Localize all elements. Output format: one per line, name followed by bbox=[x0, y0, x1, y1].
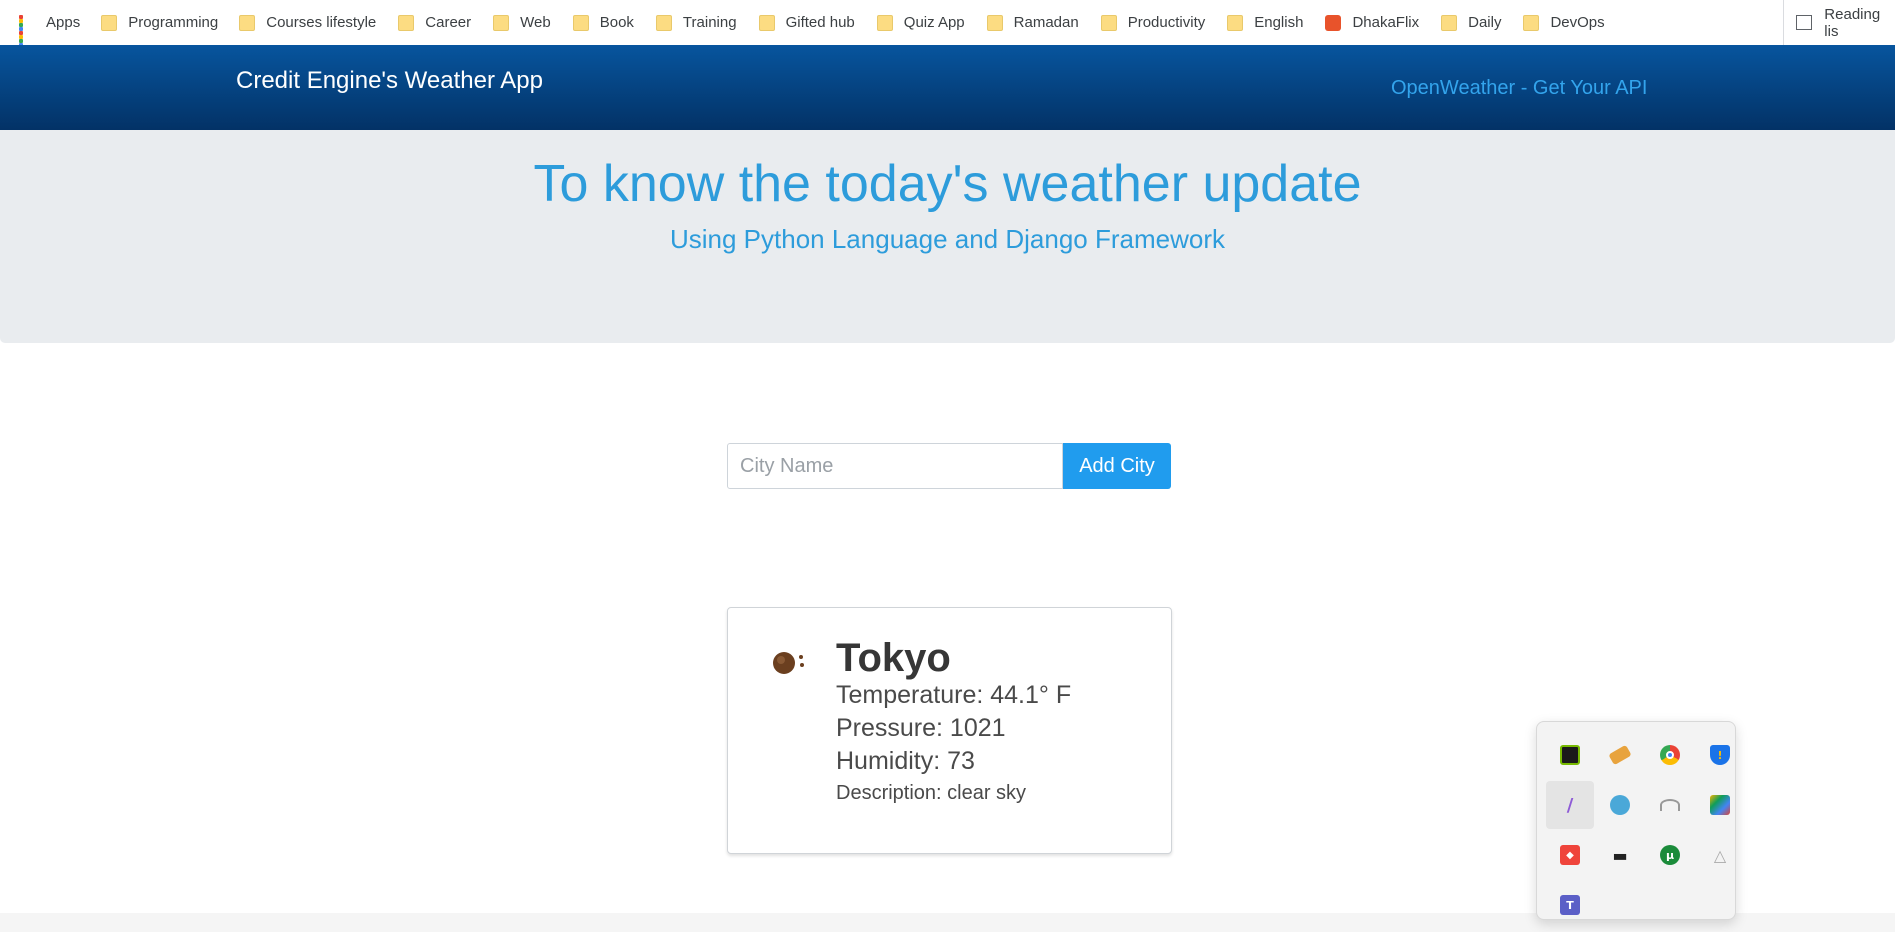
bookmark-training[interactable]: Training bbox=[655, 7, 747, 39]
folder-icon bbox=[101, 14, 118, 31]
add-city-button[interactable]: Add City bbox=[1063, 443, 1171, 489]
bookmark-gifted-hub[interactable]: Gifted hub bbox=[758, 7, 865, 39]
bookmark-label: English bbox=[1254, 14, 1304, 31]
navbar: Credit Engine's Weather App OpenWeather … bbox=[0, 45, 1895, 130]
bookmark-quiz-app[interactable]: Quiz App bbox=[876, 7, 975, 39]
dhakaflix-icon bbox=[1325, 14, 1342, 31]
folder-icon bbox=[1441, 14, 1458, 31]
bookmark-programming[interactable]: Programming bbox=[101, 7, 228, 39]
weather-card: Tokyo Temperature: 44.1° F Pressure: 102… bbox=[727, 607, 1172, 854]
google-drive-icon[interactable]: △ bbox=[1696, 831, 1744, 879]
folder-icon bbox=[572, 14, 589, 31]
defender-warning-icon[interactable]: ! bbox=[1696, 731, 1744, 779]
bookmark-daily[interactable]: Daily bbox=[1441, 7, 1511, 39]
folder-icon bbox=[398, 14, 415, 31]
nvidia-icon[interactable] bbox=[1546, 731, 1594, 779]
hero: To know the today's weather update Using… bbox=[0, 130, 1895, 343]
folder-icon bbox=[876, 14, 893, 31]
bookmark-career[interactable]: Career bbox=[398, 7, 481, 39]
bookmark-dhakaflix[interactable]: DhakaFlix bbox=[1325, 7, 1429, 39]
bookmark-label: Courses lifestyle bbox=[266, 14, 377, 31]
system-tray-overflow: ! / ◆ ▬ µ △ T bbox=[1536, 721, 1736, 920]
bookmark-productivity[interactable]: Productivity bbox=[1100, 7, 1216, 39]
bookmark-english[interactable]: English bbox=[1227, 7, 1313, 39]
gauge-icon[interactable] bbox=[1646, 781, 1694, 829]
bookmark-label: DhakaFlix bbox=[1352, 14, 1420, 31]
apps-grid-icon bbox=[19, 14, 35, 51]
openweather-link[interactable]: OpenWeather - Get Your API bbox=[1391, 77, 1647, 100]
folder-icon bbox=[1523, 14, 1540, 31]
pressure: Pressure: 1021 bbox=[836, 714, 1006, 742]
bookmark-label: Apps bbox=[46, 14, 81, 31]
folder-icon bbox=[239, 14, 256, 31]
bookmark-courses-lifestyle[interactable]: Courses lifestyle bbox=[239, 7, 386, 39]
bookmark-label: Programming bbox=[128, 14, 219, 31]
bookmark-label: Book bbox=[599, 14, 634, 31]
bookmark-web[interactable]: Web bbox=[493, 7, 561, 39]
paw-cloud-icon[interactable] bbox=[1596, 781, 1644, 829]
bookmark-label: Gifted hub bbox=[785, 14, 855, 31]
feather-icon[interactable]: / bbox=[1546, 781, 1594, 829]
folder-icon bbox=[986, 14, 1003, 31]
hero-subtitle: Using Python Language and Django Framewo… bbox=[669, 224, 1225, 254]
hero-title: To know the today's weather update bbox=[533, 155, 1362, 213]
bookmark-label: Web bbox=[520, 14, 551, 31]
reading-list-icon bbox=[1796, 15, 1813, 30]
city-name-input[interactable] bbox=[727, 443, 1063, 489]
bookmark-label: Productivity bbox=[1127, 14, 1206, 31]
folder-icon bbox=[1100, 14, 1117, 31]
folder-icon bbox=[655, 14, 672, 31]
bookmarks-bar: Apps Programming Courses lifestyle Caree… bbox=[0, 0, 1895, 51]
pencil-app-icon[interactable] bbox=[1596, 731, 1644, 779]
city-name: Tokyo bbox=[836, 636, 951, 680]
chrome-icon[interactable] bbox=[1646, 731, 1694, 779]
utorrent-icon[interactable]: µ bbox=[1646, 831, 1694, 879]
humidity: Humidity: 73 bbox=[836, 747, 975, 775]
bookmark-book[interactable]: Book bbox=[572, 7, 644, 39]
docker-icon[interactable]: ▬ bbox=[1596, 831, 1644, 879]
bookmark-label: Quiz App bbox=[903, 14, 965, 31]
temperature: Temperature: 44.1° F bbox=[836, 681, 1072, 709]
bookmark-ramadan[interactable]: Ramadan bbox=[986, 7, 1089, 39]
folder-icon bbox=[493, 14, 510, 31]
reading-list[interactable]: Reading lis bbox=[1783, 0, 1895, 45]
anydesk-icon[interactable]: ◆ bbox=[1546, 831, 1594, 879]
navbar-brand[interactable]: Credit Engine's Weather App bbox=[236, 67, 543, 95]
bookmark-label: Training bbox=[682, 14, 737, 31]
folder-icon bbox=[758, 14, 775, 31]
clear-sky-icon bbox=[773, 652, 804, 674]
description: Description: clear sky bbox=[836, 782, 1027, 804]
bookmark-label: Ramadan bbox=[1013, 14, 1079, 31]
bookmark-label: Career bbox=[425, 14, 472, 31]
city-form: Add City bbox=[727, 443, 1171, 489]
bookmark-label: Daily bbox=[1468, 14, 1502, 31]
folder-icon bbox=[1227, 14, 1244, 31]
teams-icon[interactable]: T bbox=[1546, 881, 1594, 929]
bookmark-apps[interactable]: Apps bbox=[19, 7, 90, 51]
image-app-icon[interactable] bbox=[1696, 781, 1744, 829]
bookmark-label: DevOps bbox=[1550, 14, 1605, 31]
bookmark-devops[interactable]: DevOps bbox=[1523, 7, 1614, 39]
reading-list-label: Reading lis bbox=[1824, 5, 1881, 40]
